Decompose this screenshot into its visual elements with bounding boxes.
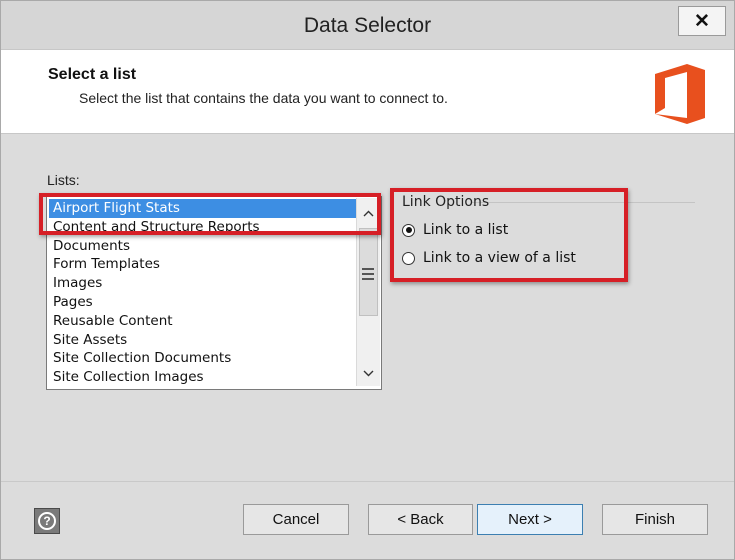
dialog-title: Data Selector	[303, 14, 432, 37]
grip-icon	[362, 268, 374, 283]
data-selector-dialog: Data Selector ✕ Select a list Select the…	[0, 0, 735, 560]
list-item[interactable]: Reusable Content	[49, 312, 357, 331]
help-icon[interactable]: ?	[34, 508, 60, 534]
finish-button[interactable]: Finish	[602, 504, 708, 535]
highlight-box-list-selection	[39, 193, 381, 235]
list-item[interactable]: Site Collection Documents	[49, 349, 357, 368]
highlight-box-link-options	[390, 188, 628, 282]
chevron-down-icon[interactable]	[358, 363, 378, 383]
list-item[interactable]: Documents	[49, 237, 357, 256]
lists-label: Lists:	[47, 172, 80, 188]
list-item[interactable]: Site Assets	[49, 331, 357, 350]
wizard-header: Select a list Select the list that conta…	[1, 49, 734, 134]
footer-divider	[1, 481, 734, 482]
close-icon: ✕	[694, 10, 710, 32]
cancel-button[interactable]: Cancel	[243, 504, 349, 535]
step-title: Select a list	[48, 66, 137, 83]
back-button[interactable]: < Back	[368, 504, 473, 535]
close-button[interactable]: ✕	[678, 6, 726, 36]
list-item[interactable]: Images	[49, 274, 357, 293]
list-item[interactable]: Form Templates	[49, 255, 357, 274]
list-item[interactable]: Site Collection Images	[49, 368, 357, 387]
title-bar: Data Selector ✕	[1, 1, 734, 49]
office-logo-icon	[655, 64, 705, 124]
step-subtitle: Select the list that contains the data y…	[79, 90, 448, 106]
next-button[interactable]: Next >	[477, 504, 583, 535]
list-item[interactable]: Pages	[49, 293, 357, 312]
